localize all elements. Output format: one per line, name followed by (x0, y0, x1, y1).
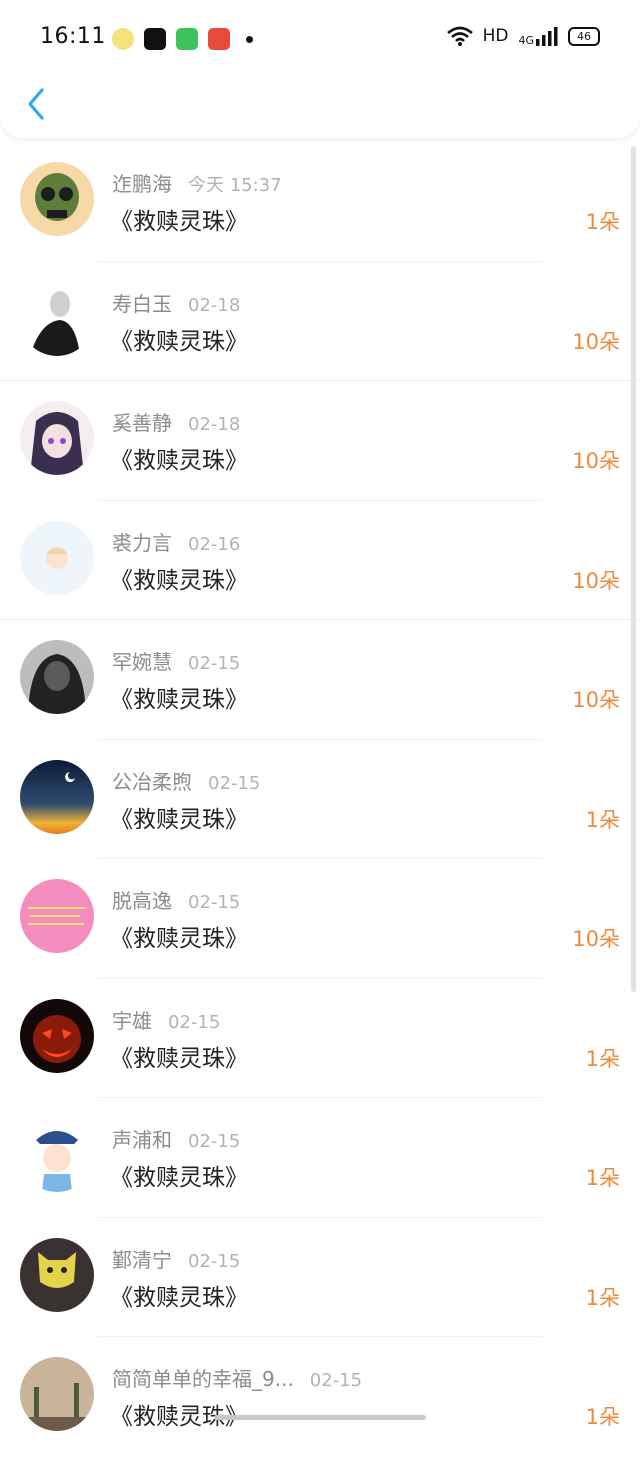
gift-record-list: 迮鹏海 今天 15:37 《救赎灵珠》 1朵 寿白玉 02-18 《救赎灵珠》 10… (0, 142, 640, 1457)
status-time: 16:11 (40, 24, 106, 49)
user-name: 公冶柔煦 (112, 769, 192, 794)
list-item[interactable]: 公冶柔煦 02-15 《救赎灵珠》 1朵 (0, 740, 640, 859)
avatar[interactable] (20, 879, 94, 953)
record-date: 02-15 (309, 1370, 363, 1391)
user-name: 宇雄 (112, 1008, 152, 1033)
avatar[interactable] (20, 162, 94, 236)
message-app-icon (176, 28, 198, 50)
flower-amount: 10朵 (572, 927, 620, 951)
list-item[interactable]: 奚善静 02-18 《救赎灵珠》 10朵 (0, 381, 640, 501)
avatar[interactable] (20, 401, 94, 475)
book-title: 《救赎灵珠》 (110, 687, 248, 713)
user-name: 简简单单的幸福_9... (112, 1367, 294, 1391)
avatar[interactable] (20, 759, 94, 834)
record-date: 02-15 (188, 653, 241, 674)
flower-amount: 10朵 (572, 568, 620, 593)
book-title: 《救赎灵珠》 (110, 926, 248, 952)
record-date: 02-15 (208, 772, 261, 794)
list-item[interactable]: 简简单单的幸福_9... 02-15 《救赎灵珠》 1朵 (0, 1337, 640, 1457)
system-icons: HD 4G 46 (446, 26, 600, 46)
book-title: 《救赎灵珠》 (110, 1045, 248, 1072)
record-date: 今天 15:37 (188, 175, 282, 196)
user-name: 罕婉慧 (112, 650, 172, 674)
wifi-icon (446, 26, 473, 46)
list-item[interactable]: 鄞清宁 02-15 《救赎灵珠》 1朵 (0, 1218, 640, 1337)
flower-amount: 10朵 (572, 449, 620, 473)
flower-amount: 1朵 (585, 1405, 620, 1429)
book-title: 《救赎灵珠》 (110, 448, 248, 474)
user-name: 声浦和 (112, 1128, 172, 1152)
flower-amount: 1朵 (585, 210, 620, 234)
book-title: 《救赎灵珠》 (110, 1165, 248, 1191)
header: 16:11 HD 4G 46 (0, 0, 640, 138)
scrollbar[interactable] (631, 146, 636, 992)
back-button[interactable] (22, 86, 50, 122)
more-notifications-dot (246, 35, 253, 43)
avatar[interactable] (20, 1237, 94, 1312)
network-type: 4G (518, 34, 534, 47)
hd-voice-indicator: HD (482, 26, 509, 46)
list-item[interactable]: 声浦和 02-15 《救赎灵珠》 1朵 (0, 1098, 640, 1218)
avatar[interactable] (20, 640, 94, 714)
chevron-left-icon (28, 88, 44, 120)
user-name: 奚善静 (112, 411, 172, 435)
record-date: 02-15 (188, 892, 241, 913)
avatar[interactable] (20, 281, 94, 356)
avatar[interactable] (20, 1118, 94, 1192)
user-name: 裘力言 (112, 530, 172, 555)
flower-amount: 1朵 (585, 807, 620, 832)
user-name: 脱高逸 (112, 889, 172, 913)
book-title: 《救赎灵珠》 (110, 806, 248, 833)
list-item[interactable]: 宇雄 02-15 《救赎灵珠》 1朵 (0, 979, 640, 1098)
app-notification-icon (112, 28, 134, 50)
signal-icon: 4G (518, 26, 558, 46)
record-date: 02-18 (188, 414, 241, 435)
capcut-icon (144, 28, 166, 50)
avatar[interactable] (20, 520, 94, 595)
flower-amount: 1朵 (585, 1166, 620, 1190)
user-name: 迮鹏海 (112, 172, 172, 196)
flower-amount: 10朵 (572, 329, 620, 354)
status-bar: 16:11 HD 4G 46 (0, 0, 640, 78)
book-title: 《救赎灵珠》 (110, 567, 248, 594)
record-date: 02-15 (188, 1250, 241, 1272)
list-item[interactable]: 裘力言 02-16 《救赎灵珠》 10朵 (0, 501, 640, 620)
avatar[interactable] (20, 1357, 94, 1431)
record-date: 02-15 (188, 1131, 241, 1152)
book-title: 《救赎灵珠》 (110, 1404, 248, 1430)
list-item[interactable]: 寿白玉 02-18 《救赎灵珠》 10朵 (0, 262, 640, 381)
book-title: 《救赎灵珠》 (110, 1284, 248, 1311)
list-item[interactable]: 罕婉慧 02-15 《救赎灵珠》 10朵 (0, 620, 640, 740)
home-indicator[interactable] (214, 1415, 426, 1420)
book-title: 《救赎灵珠》 (110, 209, 248, 235)
list-item[interactable]: 脱高逸 02-15 《救赎灵珠》 10朵 (0, 859, 640, 979)
book-title: 《救赎灵珠》 (110, 328, 248, 355)
battery-icon: 46 (568, 26, 600, 46)
record-date: 02-16 (188, 533, 241, 555)
avatar[interactable] (20, 998, 94, 1073)
notification-icons (112, 28, 253, 50)
flower-amount: 1朵 (585, 1285, 620, 1310)
record-date: 02-18 (188, 294, 241, 316)
record-date: 02-15 (168, 1011, 221, 1033)
list-item[interactable]: 迮鹏海 今天 15:37 《救赎灵珠》 1朵 (0, 142, 640, 262)
flower-amount: 1朵 (585, 1046, 620, 1071)
flower-amount: 10朵 (572, 688, 620, 712)
user-name: 鄞清宁 (112, 1247, 172, 1272)
weibo-icon (208, 28, 230, 50)
user-name: 寿白玉 (112, 291, 172, 316)
